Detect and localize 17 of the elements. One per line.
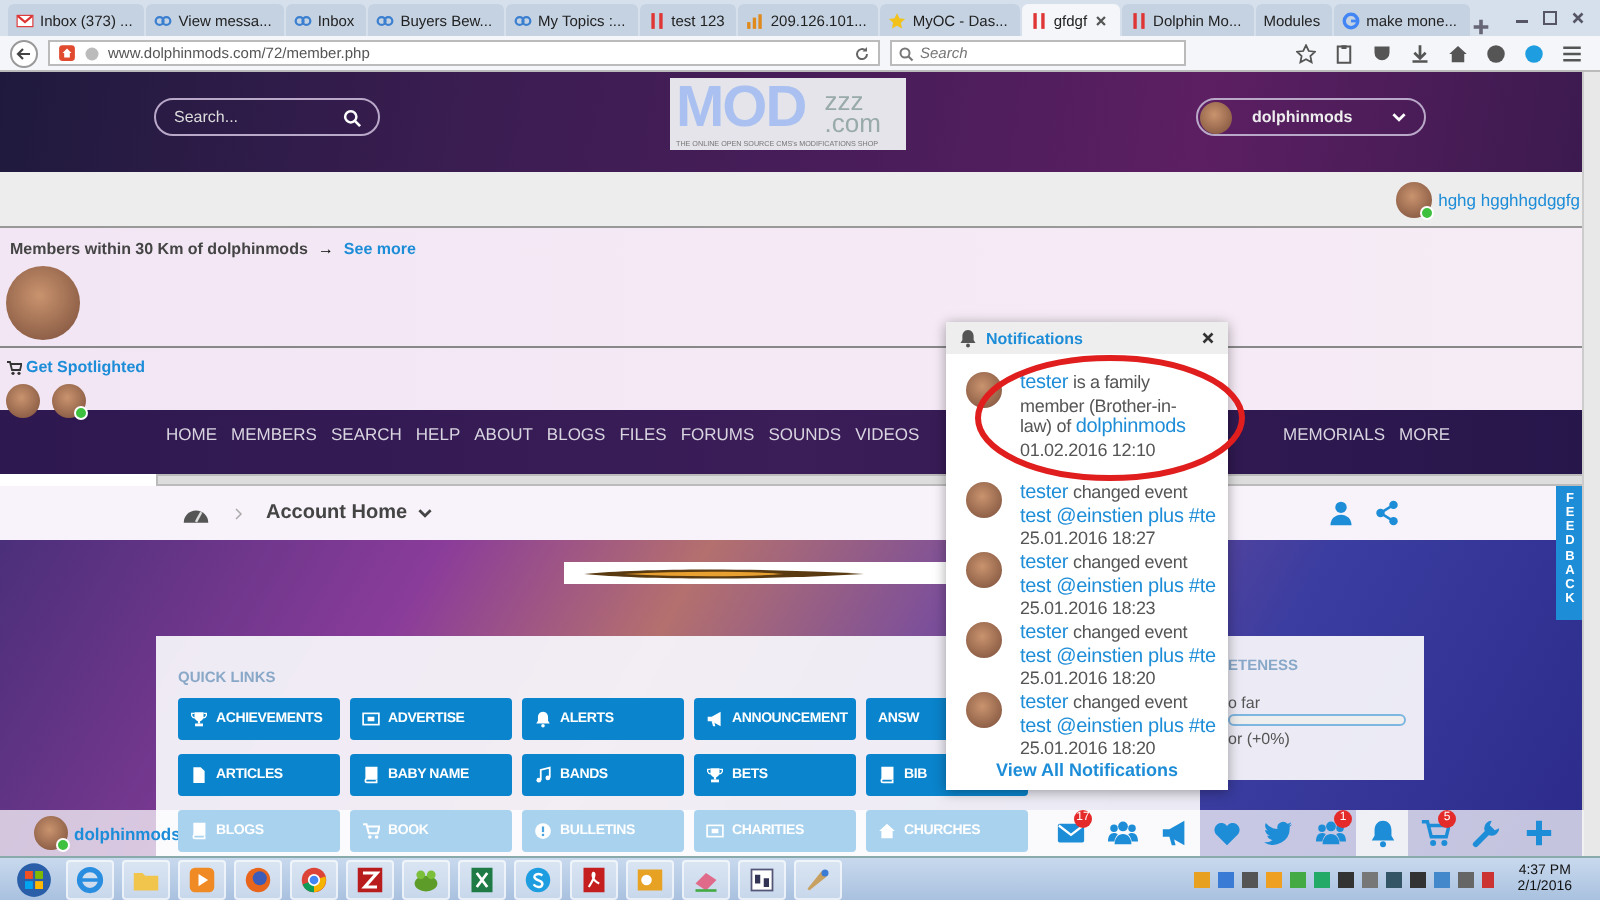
notification-time: 01.02.2016 12:10	[1020, 439, 1158, 460]
logo-text: MOD	[676, 80, 808, 136]
arrow-glyph: →	[317, 240, 334, 258]
notification-text: tester changed event test @einstien plus #te	[1020, 482, 1216, 525]
notification-time: 25.01.2016 18:27	[1020, 528, 1158, 549]
logo-text: zzz .com	[824, 90, 883, 136]
notification-text: tester changed event test @einstien plus #te	[1020, 692, 1216, 735]
notification-time: 25.01.2016 18:20	[1020, 738, 1158, 759]
card-text: or (+0%)	[1228, 730, 1290, 748]
card-text: o far	[1228, 694, 1261, 712]
popup-title: Notifications	[986, 329, 1085, 347]
notification-text: tester changed event test @einstien plus #te	[1020, 622, 1216, 665]
notification-text: tester is a family member (Brother-in-law) of dolphinmods	[1020, 372, 1186, 436]
panel-title: Members within 30 Km of dolphinmods	[10, 240, 308, 258]
notification-time: 25.01.2016 18:23	[1020, 598, 1158, 619]
notification-time: 25.01.2016 18:20	[1020, 668, 1158, 689]
notification-text: tester changed event test @einstien plus #te	[1020, 552, 1216, 595]
